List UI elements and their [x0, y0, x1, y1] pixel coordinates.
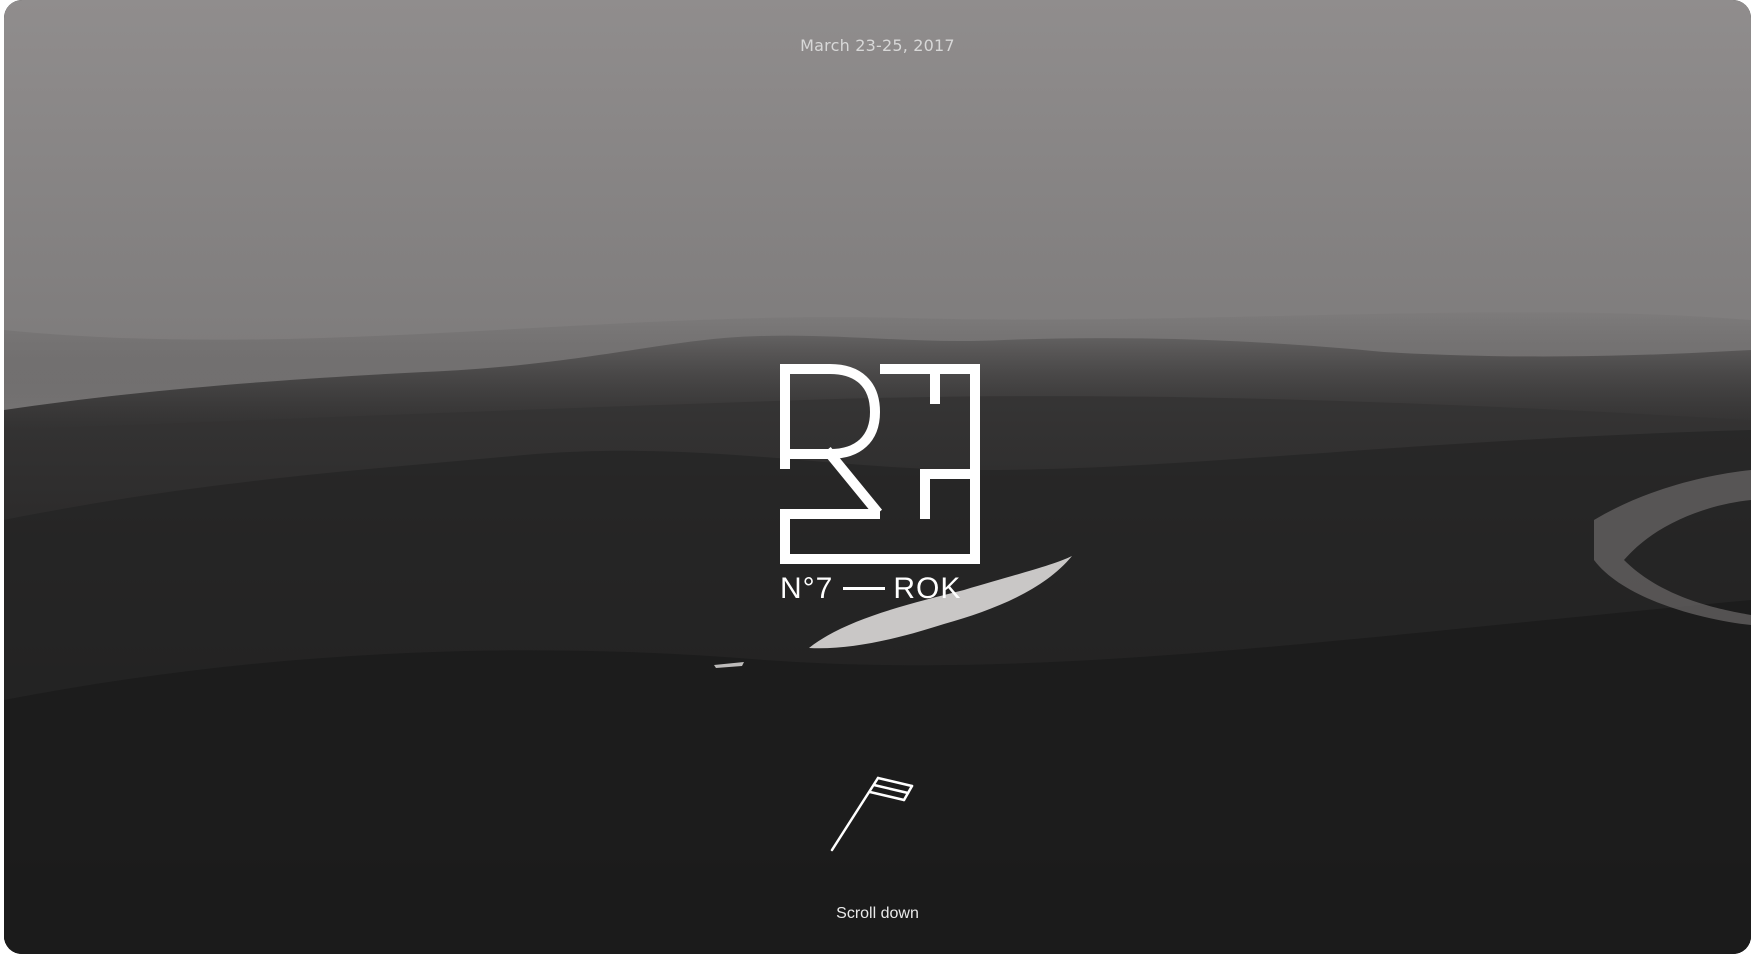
hero-section: March 23-25, 2017 N°7 ROK Scroll down [4, 0, 1751, 954]
event-date: March 23-25, 2017 [800, 36, 955, 55]
scroll-down-link[interactable]: Scroll down [4, 905, 1751, 923]
rf-monogram-icon[interactable] [780, 364, 980, 564]
edition-number: N°7 [780, 572, 834, 605]
flag-icon[interactable] [830, 772, 930, 852]
edition-location: ROK [893, 572, 962, 605]
edition-label: N°7 ROK [780, 572, 1000, 612]
dash-icon [843, 586, 886, 590]
